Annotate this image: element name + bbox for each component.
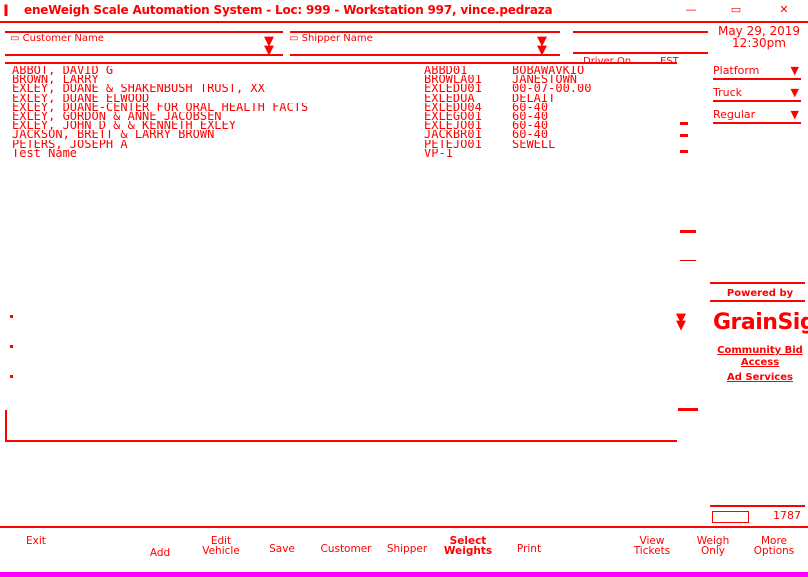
edge-mark	[10, 315, 13, 318]
scroll-tick	[680, 150, 688, 153]
shipper-button[interactable]: Shipper	[377, 536, 437, 572]
scale-indicator-icon	[712, 511, 749, 523]
list-bottom-line	[5, 440, 677, 442]
shipper-name-label: ▭ Shipper Name	[289, 33, 373, 44]
customer-input-line[interactable]	[5, 54, 283, 56]
list-item[interactable]: EXLEY, JOHN D & & KENNETH EXLEY EXLEJO01 6…	[12, 121, 677, 130]
customer-marker-icon: ▭	[10, 33, 23, 44]
grainsight-logo: GrainSight	[713, 310, 808, 335]
status-line	[710, 505, 805, 507]
list-item[interactable]: ABBOT, DAVID G ABBD01 BOBAWAVKIO	[12, 66, 677, 75]
function-key-bar: Exit Add Edit Vehicle Save Customer Shipp…	[0, 528, 808, 573]
select-weights-button[interactable]: Select Weights	[438, 536, 498, 572]
customer-button[interactable]: Customer	[316, 536, 376, 572]
platform-select[interactable]: Platform ▼	[713, 64, 801, 80]
more-options-button[interactable]: More Options	[744, 536, 804, 572]
access-link[interactable]: Access	[715, 357, 805, 368]
scroll-tick	[680, 134, 688, 137]
chevron-down-icon: ▼	[790, 86, 799, 99]
edge-mark	[10, 345, 13, 348]
view-tickets-button[interactable]: View Tickets	[622, 536, 682, 572]
chevron-down-icon: ▼	[790, 108, 799, 121]
driver-input-line[interactable]	[573, 52, 708, 54]
list-header-line	[5, 62, 677, 64]
status-indicator: 1787	[710, 505, 805, 523]
print-button[interactable]: Print	[499, 536, 559, 572]
shipper-marker-icon: ▭	[289, 33, 302, 44]
exit-button[interactable]: Exit	[6, 536, 66, 572]
scroll-tick	[680, 122, 688, 125]
list-item[interactable]: JACKSON, BRETT & LARRY BROWN JACKBR01 60-4…	[12, 130, 677, 139]
scroll-tick	[678, 408, 698, 411]
bottom-edge	[0, 572, 808, 577]
list-item[interactable]: PETERS, JOSEPH A PETEJO01 SEWELL	[12, 140, 677, 149]
window-title: eneWeigh Scale Automation System - Loc: …	[24, 3, 553, 17]
list-scroll-edge	[5, 410, 13, 440]
current-time: 12:30pm	[732, 36, 786, 50]
add-button[interactable]: Add	[130, 536, 190, 572]
list-item[interactable]: EXLEY, GORDON & ANNE JACOBSEN EXLEGO01 60-…	[12, 112, 677, 121]
customer-list[interactable]: ABBOT, DAVID G ABBD01 BOBAWAVKIO BROWN, LA…	[12, 66, 677, 216]
regular-select[interactable]: Regular ▼	[713, 108, 801, 124]
app-icon: I	[3, 1, 9, 20]
list-item[interactable]: EXLEY, DUANE & SHAKENBUSH TRUST, XX EXLED…	[12, 84, 677, 93]
shipper-input-line[interactable]	[290, 54, 560, 56]
edge-mark	[10, 375, 13, 378]
list-item[interactable]: EXLEY, DUANE ELWOOD EXLEDUA DELAIT	[12, 94, 677, 103]
side-separator	[710, 300, 805, 302]
minimize-button[interactable]: —	[682, 2, 700, 18]
scroll-tick	[680, 230, 696, 233]
side-separator	[710, 282, 805, 284]
list-item[interactable]: BROWN, LARRY BROWLA01 JANESTOWN	[12, 75, 677, 84]
chevron-down-icon: ▼	[790, 64, 799, 77]
close-button[interactable]: ✕	[775, 2, 793, 18]
save-button[interactable]: Save	[252, 536, 312, 572]
status-count: 1787	[773, 509, 801, 522]
shipper-dropdown-button[interactable]: ▼ ▼	[527, 35, 557, 57]
title-separator	[0, 21, 808, 23]
customer-name-label: ▭ Customer Name	[10, 33, 104, 44]
current-date: May 29, 2019 12:30pm	[714, 25, 804, 49]
restore-button[interactable]: ▭	[727, 2, 745, 18]
edit-vehicle-button[interactable]: Edit Vehicle	[191, 536, 251, 572]
community-bid-link[interactable]: Community Bid	[715, 345, 805, 356]
title-bar: I eneWeigh Scale Automation System - Loc…	[0, 0, 808, 22]
scroll-down-icon[interactable]: ▼ ▼	[676, 312, 686, 332]
filter-top-line-3	[573, 31, 708, 33]
truck-select[interactable]: Truck ▼	[713, 86, 801, 102]
ad-services-link[interactable]: Ad Services	[715, 372, 805, 383]
customer-dropdown-button[interactable]: ▼ ▼	[254, 35, 284, 57]
scroll-tick	[680, 260, 696, 261]
powered-by-label: Powered by	[726, 288, 794, 299]
list-item[interactable]: Test Name VP-1	[12, 149, 677, 158]
list-scrollbar[interactable]: ▼ ▼	[676, 70, 698, 420]
weigh-only-button[interactable]: Weigh Only	[683, 536, 743, 572]
list-item[interactable]: EXLEY, DUANE-CENTER FOR ORAL HEALTH FACT…	[12, 103, 677, 112]
